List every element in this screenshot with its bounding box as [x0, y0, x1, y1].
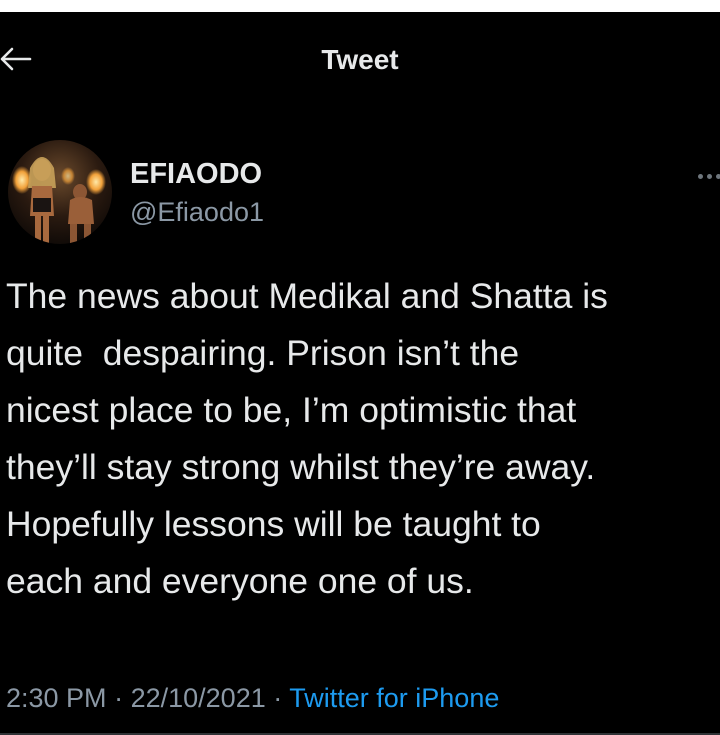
display-name[interactable]: EFIAODO — [130, 158, 262, 191]
tweet-line: they’ll stay strong whilst they’re away. — [6, 447, 596, 487]
tweet-line: quite despairing. Prison isn’t the — [6, 333, 520, 373]
tweet-metadata: 2:30 PM · 22/10/2021 · Twitter for iPhon… — [6, 683, 499, 714]
user-handle[interactable]: @Efiaodo1 — [130, 197, 264, 228]
page-title: Tweet — [321, 44, 399, 75]
tweet-source-link[interactable]: Twitter for iPhone — [289, 683, 499, 713]
more-dots-icon — [698, 174, 703, 179]
tweet-time[interactable]: 2:30 PM — [6, 683, 107, 713]
tweet-line: Hopefully lessons will be taught to — [6, 504, 541, 544]
tweet-date[interactable]: 22/10/2021 — [131, 683, 266, 713]
profile-photo — [8, 140, 112, 244]
top-border-strip — [0, 0, 720, 12]
more-options-button[interactable] — [698, 166, 720, 186]
tweet-line: each and everyone one of us. — [6, 561, 474, 601]
tweet-line: nicest place to be, I’m optimistic that — [6, 390, 577, 430]
tweet-text: The news about Medikal and Shatta is qui… — [6, 268, 720, 610]
more-dots-icon — [707, 174, 712, 179]
avatar[interactable] — [8, 140, 112, 244]
meta-separator: · — [114, 683, 124, 713]
tweet-line: The news about Medikal and Shatta is — [6, 276, 608, 316]
more-dots-icon — [716, 174, 720, 179]
meta-separator: · — [273, 683, 283, 713]
